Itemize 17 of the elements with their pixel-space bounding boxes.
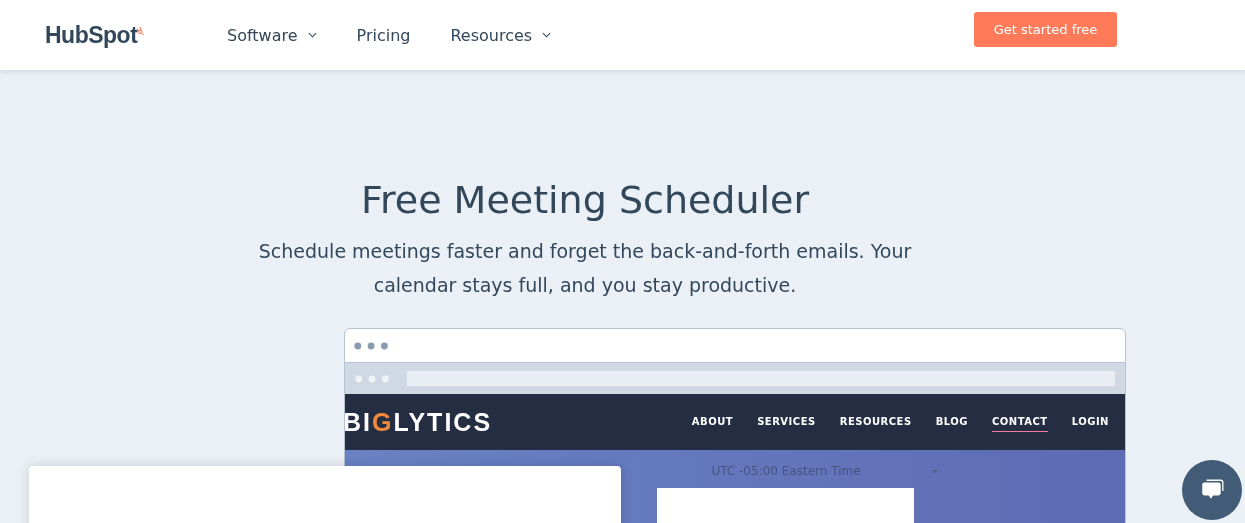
nav-link[interactable]: Resources bbox=[450, 25, 552, 45]
biglytics-logo: BIGLYTICS bbox=[345, 407, 493, 437]
hubspot-logo[interactable]: HubSpot bbox=[45, 21, 145, 49]
hero-subtitle: Schedule meetings faster and forget the back-and-forth emails. Your calendar stays full, and you stay productive. bbox=[257, 239, 913, 298]
mockup-nav-link[interactable]: SERVICES bbox=[757, 412, 816, 432]
mockup-nav-link[interactable]: BLOG bbox=[935, 412, 968, 432]
mockup-nav-link[interactable]: CONTACT bbox=[992, 412, 1048, 432]
nav-link[interactable]: Software bbox=[227, 25, 317, 45]
mockup-nav-link[interactable]: LOGIN bbox=[1071, 412, 1109, 432]
caret-icon bbox=[930, 468, 939, 474]
hero-title: Free Meeting Scheduler bbox=[360, 178, 810, 222]
chat-button[interactable] bbox=[1182, 460, 1242, 520]
nav-link[interactable]: Pricing bbox=[356, 25, 411, 45]
caret-icon bbox=[307, 32, 317, 38]
caret-icon bbox=[542, 32, 552, 38]
mockup-nav-link[interactable]: ABOUT bbox=[691, 412, 734, 432]
mockup-nav-link[interactable]: RESOURCES bbox=[839, 412, 912, 432]
